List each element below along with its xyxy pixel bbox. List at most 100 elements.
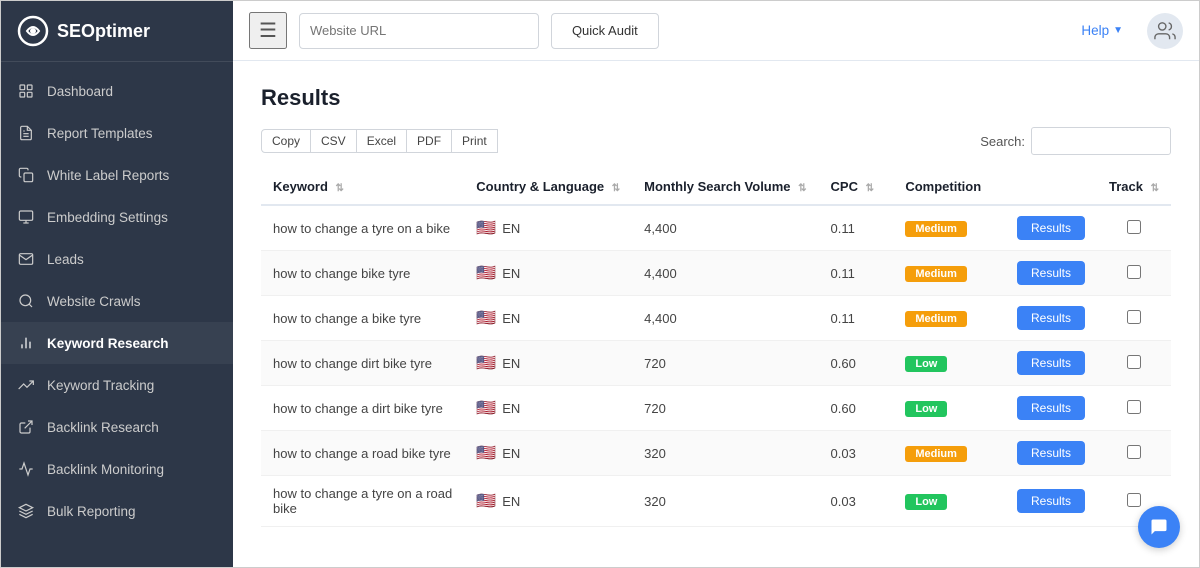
sidebar-item-backlink-research[interactable]: Backlink Research (1, 406, 233, 448)
cell-country: 🇺🇸 EN (464, 431, 632, 476)
cell-keyword: how to change a tyre on a bike (261, 205, 464, 251)
flag-icon: 🇺🇸 (476, 308, 496, 328)
menu-button[interactable]: ☰ (249, 12, 287, 49)
cell-competition: Medium (893, 205, 1005, 251)
lang-label: EN (502, 446, 520, 461)
sidebar-item-white-label[interactable]: White Label Reports (1, 154, 233, 196)
table-row: how to change bike tyre 🇺🇸 EN 4,400 0.11… (261, 251, 1171, 296)
sidebar-item-keyword-tracking[interactable]: Keyword Tracking (1, 364, 233, 406)
cell-results-btn: Results (1005, 431, 1097, 476)
sort-icon-keyword: ⇅ (336, 183, 344, 194)
sidebar-item-label: Embedding Settings (47, 210, 168, 225)
cell-track (1097, 386, 1171, 431)
cell-results-btn: Results (1005, 476, 1097, 527)
cell-competition: Low (893, 386, 1005, 431)
results-table: Keyword ⇅ Country & Language ⇅ Monthly S… (261, 169, 1171, 527)
trending-up-icon (17, 376, 35, 394)
lang-label: EN (502, 401, 520, 416)
track-checkbox[interactable] (1127, 445, 1141, 459)
print-button[interactable]: Print (452, 129, 498, 153)
cell-results-btn: Results (1005, 386, 1097, 431)
copy-button[interactable]: Copy (261, 129, 311, 153)
table-toolbar: Copy CSV Excel PDF Print Search: (261, 127, 1171, 155)
cell-competition: Low (893, 341, 1005, 386)
content-area: Results Copy CSV Excel PDF Print Search:… (233, 61, 1199, 567)
results-button[interactable]: Results (1017, 489, 1085, 513)
cell-competition: Medium (893, 296, 1005, 341)
pdf-button[interactable]: PDF (407, 129, 452, 153)
cell-volume: 320 (632, 431, 818, 476)
cell-cpc: 0.03 (819, 476, 894, 527)
sidebar-item-label: Keyword Research (47, 336, 169, 351)
quick-audit-button[interactable]: Quick Audit (551, 13, 659, 49)
sidebar-item-leads[interactable]: Leads (1, 238, 233, 280)
cell-competition: Low (893, 476, 1005, 527)
sidebar-item-keyword-research[interactable]: Keyword Research (1, 322, 233, 364)
cell-country: 🇺🇸 EN (464, 251, 632, 296)
url-input[interactable] (299, 13, 539, 49)
col-header-competition: Competition (893, 169, 1005, 205)
cell-results-btn: Results (1005, 341, 1097, 386)
sidebar-nav: Dashboard Report Templates White Label R… (1, 62, 233, 567)
users-icon (1154, 20, 1176, 42)
results-button[interactable]: Results (1017, 216, 1085, 240)
sidebar-item-dashboard[interactable]: Dashboard (1, 70, 233, 112)
results-button[interactable]: Results (1017, 261, 1085, 285)
sidebar-item-label: Dashboard (47, 84, 113, 99)
flag-icon: 🇺🇸 (476, 218, 496, 238)
cell-country: 🇺🇸 EN (464, 386, 632, 431)
cell-keyword: how to change a road bike tyre (261, 431, 464, 476)
csv-button[interactable]: CSV (311, 129, 357, 153)
cell-volume: 720 (632, 341, 818, 386)
sidebar-item-bulk-reporting[interactable]: Bulk Reporting (1, 490, 233, 532)
competition-badge: Medium (905, 221, 967, 237)
excel-button[interactable]: Excel (357, 129, 407, 153)
col-header-track: Track ⇅ (1097, 169, 1171, 205)
results-button[interactable]: Results (1017, 441, 1085, 465)
table-row: how to change a tyre on a bike 🇺🇸 EN 4,4… (261, 205, 1171, 251)
sidebar-item-label: Leads (47, 252, 84, 267)
sidebar-item-crawls[interactable]: Website Crawls (1, 280, 233, 322)
help-menu[interactable]: Help ▼ (1081, 23, 1123, 38)
flag-icon: 🇺🇸 (476, 443, 496, 463)
cell-cpc: 0.11 (819, 251, 894, 296)
track-checkbox[interactable] (1127, 265, 1141, 279)
help-caret-icon: ▼ (1113, 25, 1123, 36)
cell-keyword: how to change a bike tyre (261, 296, 464, 341)
sidebar-item-backlink-monitoring[interactable]: Backlink Monitoring (1, 448, 233, 490)
col-header-cpc: CPC ⇅ (819, 169, 894, 205)
topbar: ☰ Quick Audit Help ▼ (233, 1, 1199, 61)
col-header-volume: Monthly Search Volume ⇅ (632, 169, 818, 205)
lang-label: EN (502, 494, 520, 509)
competition-badge: Low (905, 494, 947, 510)
sidebar-item-label: Website Crawls (47, 294, 141, 309)
track-checkbox[interactable] (1127, 355, 1141, 369)
sort-icon-cpc: ⇅ (866, 183, 874, 194)
sidebar-item-label: Backlink Monitoring (47, 462, 164, 477)
sort-icon-track: ⇅ (1151, 183, 1159, 194)
user-avatar[interactable] (1147, 13, 1183, 49)
chat-bubble-button[interactable] (1138, 506, 1180, 548)
sidebar-item-label: Bulk Reporting (47, 504, 136, 519)
results-button[interactable]: Results (1017, 351, 1085, 375)
layers-icon (17, 502, 35, 520)
table-search-input[interactable] (1031, 127, 1171, 155)
sidebar-item-embedding[interactable]: Embedding Settings (1, 196, 233, 238)
file-text-icon (17, 124, 35, 142)
sidebar: SEOptimer Dashboard Report Templates (1, 1, 233, 567)
cell-track (1097, 205, 1171, 251)
cell-competition: Medium (893, 431, 1005, 476)
cell-volume: 320 (632, 476, 818, 527)
sidebar-item-report-templates[interactable]: Report Templates (1, 112, 233, 154)
copy-icon (17, 166, 35, 184)
cell-country: 🇺🇸 EN (464, 205, 632, 251)
table-row: how to change a bike tyre 🇺🇸 EN 4,400 0.… (261, 296, 1171, 341)
col-header-country: Country & Language ⇅ (464, 169, 632, 205)
results-button[interactable]: Results (1017, 306, 1085, 330)
track-checkbox[interactable] (1127, 310, 1141, 324)
track-checkbox[interactable] (1127, 400, 1141, 414)
table-row: how to change a dirt bike tyre 🇺🇸 EN 720… (261, 386, 1171, 431)
track-checkbox[interactable] (1127, 220, 1141, 234)
track-checkbox[interactable] (1127, 493, 1141, 507)
results-button[interactable]: Results (1017, 396, 1085, 420)
